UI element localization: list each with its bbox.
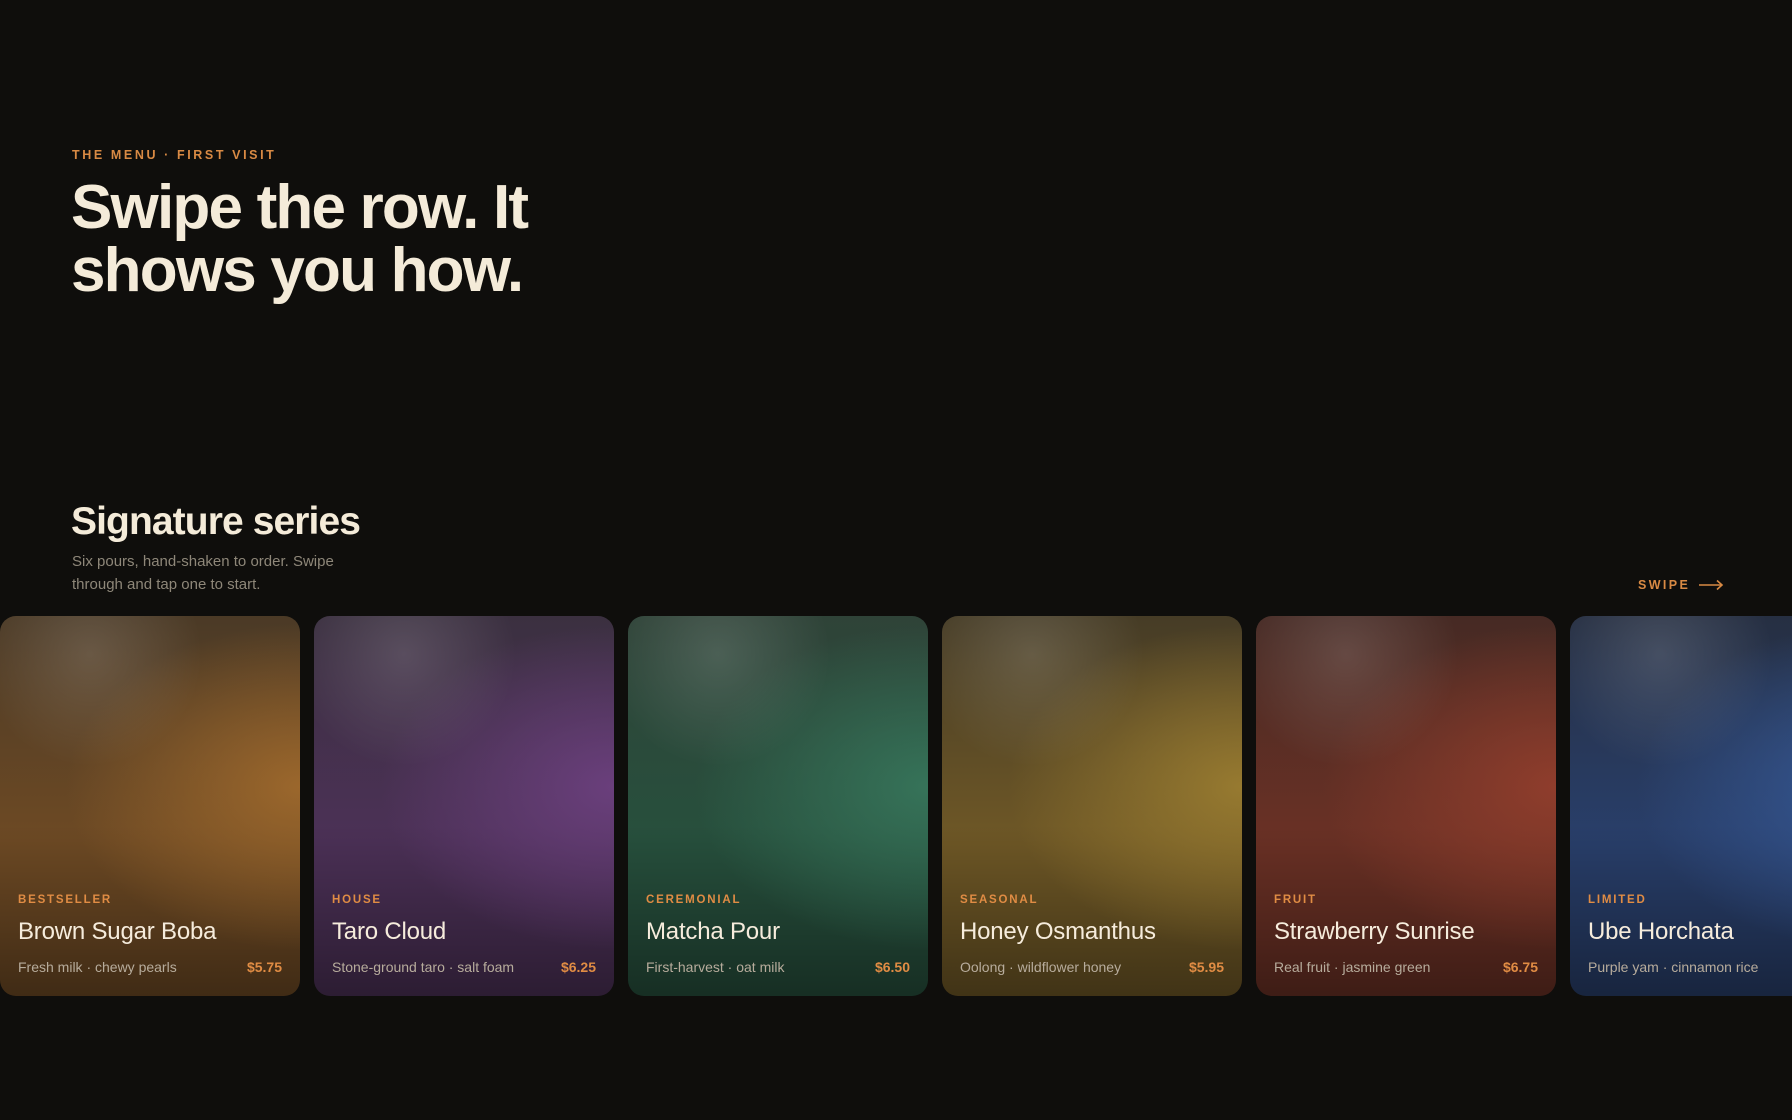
card-tag: BESTSELLER [18, 894, 113, 906]
card-price: $5.75 [246, 959, 282, 975]
card-price: $6.25 [560, 959, 596, 975]
card-honey-osmanthus[interactable]: SEASONAL Honey Osmanthus Oolong · wildfl… [942, 616, 1242, 996]
card-tag: CEREMONIAL [646, 894, 742, 906]
card-brown-sugar-boba[interactable]: BESTSELLER Brown Sugar Boba Fresh milk ·… [0, 616, 300, 996]
card-description: Stone-ground taro · salt foam [332, 959, 515, 975]
swipe-label: SWIPE [1638, 578, 1691, 592]
card-price: $6.75 [1502, 959, 1538, 975]
card-tag: FRUIT [1274, 894, 1317, 906]
card-tag: HOUSE [332, 894, 382, 906]
card-name: Brown Sugar Boba [18, 918, 217, 945]
card-name: Honey Osmanthus [960, 918, 1156, 945]
card-matcha-pour[interactable]: CEREMONIAL Matcha Pour First-harvest · o… [628, 616, 928, 996]
card-row[interactable]: BESTSELLER Brown Sugar Boba Fresh milk ·… [0, 616, 1792, 996]
card-name: Strawberry Sunrise [1274, 918, 1475, 945]
card-description: Fresh milk · chewy pearls [18, 959, 177, 975]
card-name: Taro Cloud [332, 918, 447, 945]
card-description: Purple yam · cinnamon rice [1588, 959, 1759, 975]
swipe-hint[interactable]: SWIPE [1638, 578, 1724, 592]
card-price: $6.50 [874, 959, 910, 975]
card-taro-cloud[interactable]: HOUSE Taro Cloud Stone-ground taro · sal… [314, 616, 614, 996]
arrow-right-icon [1699, 579, 1724, 591]
card-tag: LIMITED [1588, 894, 1647, 906]
hero-eyebrow: THE MENU · FIRST VISIT [72, 148, 277, 162]
card-strawberry-sunrise[interactable]: FRUIT Strawberry Sunrise Real fruit · ja… [1256, 616, 1556, 996]
section-subtitle: Six pours, hand-shaken to order. Swipe t… [72, 553, 334, 593]
card-description: First-harvest · oat milk [646, 959, 785, 975]
card-price: $5.95 [1188, 959, 1224, 975]
card-name: Matcha Pour [646, 918, 780, 945]
card-description: Oolong · wildflower honey [960, 959, 1122, 975]
section-title: Signature series [71, 500, 361, 543]
card-name: Ube Horchata [1588, 918, 1734, 945]
card-tag: SEASONAL [960, 894, 1039, 906]
card-ube-horchata[interactable]: LIMITED Ube Horchata Purple yam · cinnam… [1570, 616, 1792, 996]
hero-title: Swipe the row. It shows you how. [71, 173, 529, 305]
card-description: Real fruit · jasmine green [1274, 959, 1431, 975]
